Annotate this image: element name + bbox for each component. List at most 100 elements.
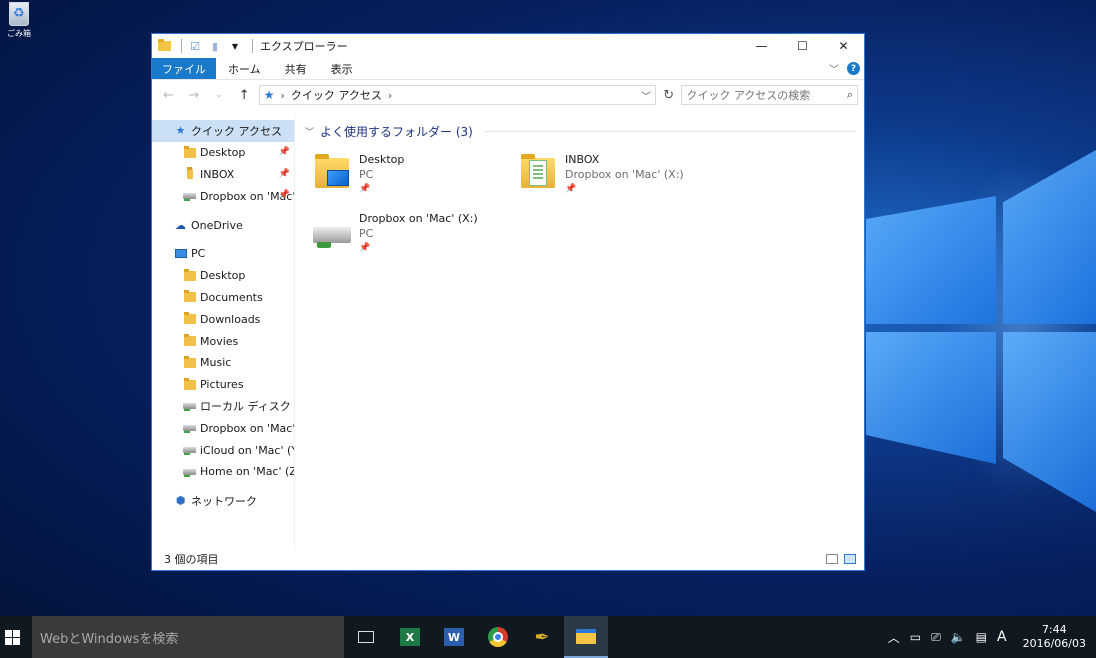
new-folder-icon[interactable]: ▮ (207, 39, 223, 53)
minimize-button[interactable]: — (741, 34, 782, 58)
nav-pc-pictures[interactable]: Pictures (152, 374, 294, 396)
start-button[interactable] (0, 616, 24, 658)
action-center-icon[interactable]: ▤ (976, 630, 987, 644)
maximize-button[interactable]: ☐ (782, 34, 823, 58)
task-view-button[interactable] (344, 616, 388, 658)
tile-dropbox[interactable]: Dropbox on 'Mac' (X:) PC 📌 (311, 211, 478, 256)
collapse-chevron-icon[interactable]: ﹀ (305, 125, 314, 138)
pin-icon: 📌 (359, 243, 371, 253)
divider (181, 39, 182, 53)
ribbon-tabs: ファイル ホーム 共有 表示 ﹀ ? (152, 58, 864, 80)
breadcrumb-chevron-icon[interactable]: › (388, 89, 392, 102)
volume-icon[interactable]: 🔈 (951, 630, 966, 644)
star-icon: ★ (175, 124, 186, 138)
pen-app-icon: ✒ (534, 626, 550, 648)
nav-pc-movies[interactable]: Movies (152, 330, 294, 352)
quick-access-star-icon: ★ (263, 88, 275, 102)
nav-quick-access[interactable]: ★ クイック アクセス (152, 120, 294, 142)
onedrive-cloud-icon: ☁ (175, 218, 186, 232)
nav-pc-downloads[interactable]: Downloads (152, 308, 294, 330)
tile-desktop[interactable]: Desktop PC 📌 (311, 152, 404, 197)
recycle-bin-label: ごみ箱 (7, 29, 31, 38)
large-icons-view-icon[interactable] (844, 554, 856, 564)
title-bar[interactable]: ☑ ▮ ▼ エクスプローラー — ☐ ✕ (152, 34, 864, 58)
nav-onedrive[interactable]: ☁ OneDrive (152, 214, 294, 236)
up-arrow-icon[interactable]: ↑ (234, 84, 255, 106)
explorer-taskbar-button[interactable] (564, 616, 608, 658)
system-tray: ︿ ▭ ⎚ 🔈 ▤ A 7:44 2016/06/03 (888, 616, 1096, 658)
forward-arrow-icon[interactable]: → (183, 84, 204, 106)
explorer-window: ☑ ▮ ▼ エクスプローラー — ☐ ✕ ファイル ホーム 共有 表示 ﹀ ? … (151, 33, 865, 571)
explorer-folder-icon (156, 39, 172, 53)
address-dropdown-chevron-icon[interactable]: ﹀ (641, 88, 651, 103)
breadcrumb-chevron-icon[interactable]: › (281, 89, 285, 102)
item-count: 3 個の項目 (164, 553, 219, 566)
desktop-window-pane (866, 332, 996, 464)
downloads-folder-icon (183, 312, 196, 325)
recycle-bin-icon (9, 2, 29, 26)
help-icon[interactable]: ? (847, 62, 860, 75)
nav-pc-music[interactable]: Music (152, 352, 294, 374)
excel-taskbar-button[interactable]: X (388, 616, 432, 658)
nav-pc-dropbox-drive[interactable]: Dropbox on 'Mac' (X:) (152, 417, 294, 439)
search-box[interactable]: ⌕ (681, 85, 858, 105)
nav-pc[interactable]: PC (152, 243, 294, 265)
chrome-taskbar-button[interactable] (476, 616, 520, 658)
frequent-folders-group-header[interactable]: ﹀ よく使用するフォルダー (3) (305, 122, 856, 140)
nav-pc-home-drive[interactable]: Home on 'Mac' (Z:) (152, 461, 294, 483)
clock[interactable]: 7:44 2016/06/03 (1023, 623, 1086, 651)
nav-quick-desktop[interactable]: Desktop 📌 (152, 142, 294, 164)
search-input[interactable] (686, 88, 847, 102)
word-taskbar-button[interactable]: W (432, 616, 476, 658)
clock-time: 7:44 (1041, 623, 1067, 636)
back-arrow-icon[interactable]: ← (158, 84, 179, 106)
tab-home[interactable]: ホーム (216, 58, 273, 79)
chrome-icon (488, 627, 508, 647)
nav-quick-inbox[interactable]: INBOX 📌 (152, 164, 294, 186)
tile-location: Dropbox on 'Mac' (X:) (565, 168, 684, 181)
tab-file[interactable]: ファイル (152, 58, 216, 79)
taskbar-search-box[interactable]: WebとWindowsを検索 (32, 616, 344, 658)
search-icon[interactable]: ⌕ (847, 88, 853, 102)
tile-inbox[interactable]: INBOX Dropbox on 'Mac' (X:) 📌 (517, 152, 684, 197)
pc-icon (174, 248, 187, 260)
nav-pc-documents[interactable]: Documents (152, 287, 294, 309)
documents-folder-icon (183, 290, 196, 303)
app-taskbar-button[interactable]: ✒ (520, 616, 564, 658)
nav-pc-icloud-drive[interactable]: iCloud on 'Mac' (Y:) (152, 439, 294, 461)
breadcrumb-quick-access[interactable]: クイック アクセス (291, 87, 382, 103)
recent-locations-chevron-icon[interactable]: ⌄ (208, 84, 229, 106)
taskbar-search-placeholder: WebとWindowsを検索 (40, 631, 179, 647)
pin-icon: 📌 (278, 146, 290, 157)
battery-icon[interactable]: ▭ (910, 630, 921, 644)
divider (484, 130, 856, 132)
desktop-window-pane (866, 196, 996, 324)
customize-quick-access-icon[interactable]: ▼ (227, 39, 243, 53)
ime-mode-indicator[interactable]: A (997, 629, 1007, 645)
taskbar: WebとWindowsを検索 X W ✒ ︿ ▭ ⎚ 🔈 ▤ A 7:44 20… (0, 616, 1096, 658)
expand-ribbon-chevron-icon[interactable]: ﹀ (829, 61, 839, 76)
network-drive-icon (183, 466, 196, 478)
show-hidden-icons-chevron-icon[interactable]: ︿ (888, 629, 900, 646)
tile-name: Dropbox on 'Mac' (X:) (359, 212, 478, 225)
address-bar[interactable]: ★ › クイック アクセス › ﹀ (258, 85, 656, 105)
nav-pc-desktop[interactable]: Desktop (152, 265, 294, 287)
window-title: エクスプローラー (260, 40, 348, 53)
network-status-icon[interactable]: ⎚ (931, 630, 941, 645)
close-button[interactable]: ✕ (823, 34, 864, 58)
nav-network[interactable]: ⬢ ネットワーク (152, 490, 294, 512)
details-view-icon[interactable] (826, 554, 838, 564)
properties-icon[interactable]: ☑ (187, 39, 203, 53)
movies-folder-icon (183, 334, 196, 347)
tile-name: INBOX (565, 153, 600, 166)
tab-view[interactable]: 表示 (319, 58, 365, 79)
refresh-icon[interactable]: ↻ (660, 88, 677, 103)
nav-pc-local-disk[interactable]: ローカル ディスク (C:) (152, 396, 294, 418)
tab-share[interactable]: 共有 (273, 58, 319, 79)
pin-icon: 📌 (278, 190, 290, 201)
desktop-folder-icon (183, 145, 196, 159)
nav-quick-dropbox[interactable]: Dropbox on 'Mac' (X:) 📌 (152, 185, 294, 207)
status-bar: 3 個の項目 (152, 548, 864, 570)
file-explorer-icon (576, 628, 596, 644)
recycle-bin-desktop-icon[interactable]: ごみ箱 (4, 2, 34, 39)
